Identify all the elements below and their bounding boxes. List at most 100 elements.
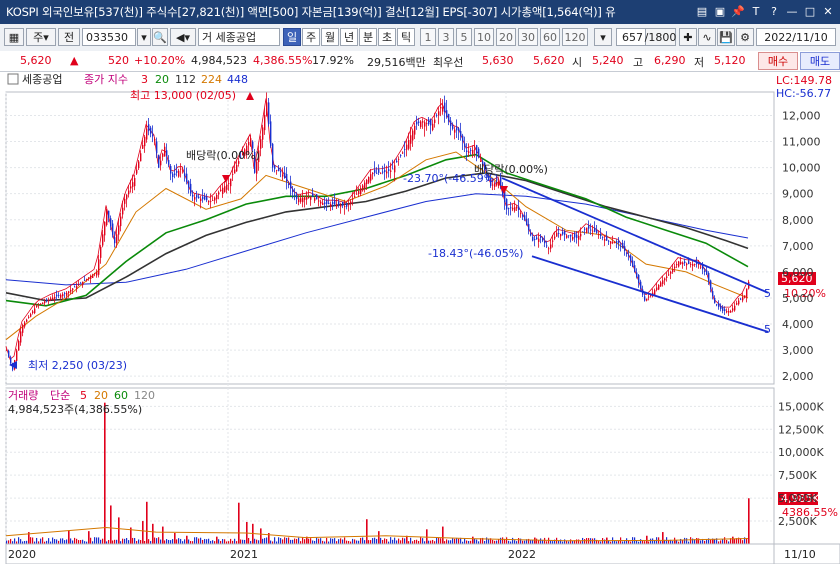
help-icon[interactable]: ? — [766, 3, 782, 19]
crosshair-icon[interactable]: ✚ — [679, 28, 697, 46]
vol-period-120: 120 — [134, 389, 155, 402]
save-icon[interactable]: 💾 — [717, 28, 735, 46]
volume-bar — [488, 538, 490, 544]
volume-bar — [140, 540, 142, 544]
candle-body — [222, 187, 224, 194]
interval-20[interactable]: 20 — [496, 28, 516, 46]
candle-body — [522, 215, 524, 217]
low-annotation: 최저 2,250 (03/23) — [28, 359, 127, 372]
window-icon[interactable]: ▤ — [694, 3, 710, 19]
volume-bar — [98, 537, 100, 544]
vol-period-60: 60 — [114, 389, 128, 402]
volume-spike — [674, 540, 676, 544]
market-select[interactable]: 주 ▾ — [26, 28, 56, 46]
volume-bar — [726, 539, 728, 544]
code-dropdown-icon[interactable]: ▾ — [137, 28, 151, 46]
candle-body — [6, 350, 8, 351]
volume-bar — [48, 538, 50, 544]
stock-name-field[interactable]: 거 세종공업 — [198, 28, 280, 46]
close-icon[interactable]: ✕ — [820, 3, 836, 19]
interval-30[interactable]: 30 — [518, 28, 538, 46]
volume-tick-label: 15,000K — [778, 400, 824, 413]
volume-bar — [158, 537, 160, 544]
font-t-icon[interactable]: T — [748, 3, 764, 19]
high-price: 6,290 — [654, 54, 686, 67]
candle-body — [322, 202, 324, 205]
window-titlebar: KOSPI 외국인보유[537(천)] 주식수[27,821(천)] 액면[50… — [0, 0, 840, 24]
x-axis-pane[interactable] — [5, 543, 775, 564]
date-input[interactable]: 2022/11/10 — [756, 28, 836, 46]
volume-bar — [108, 539, 110, 544]
sell-button[interactable]: 매도 — [800, 52, 840, 70]
hc-label: HC:-56.77 — [776, 87, 831, 100]
period-tab-tick[interactable]: 틱 — [397, 28, 415, 46]
volume-bar — [198, 538, 200, 544]
candle-body — [62, 294, 64, 297]
interval-1[interactable]: 1 — [420, 28, 436, 46]
period-tab-year[interactable]: 년 — [340, 28, 358, 46]
stock-info-text: KOSPI 외국인보유[537(천)] 주식수[27,821(천)] 액면[50… — [6, 5, 616, 19]
restore-icon[interactable]: ▣ — [712, 3, 728, 19]
candle-body — [700, 266, 702, 268]
interval-3[interactable]: 3 — [438, 28, 454, 46]
chart-menu-icon[interactable] — [7, 73, 19, 85]
volume-bar — [200, 537, 202, 544]
candle-body — [424, 122, 426, 127]
candle-body — [562, 231, 564, 235]
volume-bar — [498, 539, 500, 544]
volume-bar — [6, 540, 8, 544]
buy-button[interactable]: 매수 — [758, 52, 798, 70]
interval-5[interactable]: 5 — [456, 28, 472, 46]
period-tab-second[interactable]: 초 — [378, 28, 396, 46]
candle-body — [278, 167, 280, 172]
volume-bar — [72, 540, 74, 544]
gear-icon[interactable]: ⚙ — [736, 28, 754, 46]
volume-bar — [362, 537, 364, 544]
volume-bar — [356, 540, 358, 544]
candle-body — [120, 216, 122, 227]
scope-button[interactable]: 전 — [58, 28, 80, 46]
volume-bar — [464, 538, 466, 544]
drawing-tool-icon[interactable]: ∿ — [698, 28, 716, 46]
period-tab-minute[interactable]: 분 — [359, 28, 377, 46]
candle-body — [432, 123, 434, 130]
dividend-annotation: 배당락(0.00%) — [186, 149, 260, 162]
candle-body — [8, 350, 10, 357]
settings-dropdown-icon[interactable]: ▾ — [594, 28, 612, 46]
volume-spike — [534, 537, 536, 544]
price-chart[interactable]: 세종공업 종가 지수 3 20 112 224 448 LC:149.78 HC… — [0, 72, 840, 564]
volume-bar — [416, 539, 418, 544]
candle-body — [40, 303, 42, 305]
candle-body — [10, 357, 12, 364]
count-input[interactable]: 657 — [616, 28, 646, 46]
interval-120[interactable]: 120 — [562, 28, 588, 46]
interval-60[interactable]: 60 — [540, 28, 560, 46]
period-tab-month[interactable]: 월 — [321, 28, 339, 46]
volume-bar — [448, 540, 450, 544]
code-input[interactable]: 033530 — [82, 28, 136, 46]
sound-icon[interactable]: ◀▾ — [170, 28, 196, 46]
search-icon[interactable]: 🔍 — [152, 28, 168, 46]
volume-bar — [456, 537, 458, 544]
volume-bar — [248, 537, 250, 544]
candle-body — [112, 223, 114, 235]
y-tick-label: 8,000 — [782, 214, 814, 227]
volume-bar — [138, 539, 140, 544]
candle-body — [628, 255, 630, 257]
high-annotation: 최고 13,000 (02/05) — [130, 89, 236, 102]
candle-body — [578, 235, 580, 240]
candle-body — [550, 244, 552, 249]
maximize-icon[interactable]: □ — [802, 3, 818, 19]
period-tab-week[interactable]: 주 — [302, 28, 320, 46]
interval-10[interactable]: 10 — [474, 28, 494, 46]
volume-bar — [446, 539, 448, 544]
volume-bar — [290, 539, 292, 544]
volume-bar — [60, 538, 62, 544]
pin-icon[interactable]: 📌 — [730, 3, 746, 19]
period-tab-day[interactable]: 일 — [283, 28, 301, 46]
candle-body — [352, 198, 354, 200]
volume-bar — [176, 539, 178, 544]
layout-icon[interactable]: ▦ — [4, 28, 24, 46]
volume-bar — [432, 539, 434, 544]
minimize-icon[interactable]: — — [784, 3, 800, 19]
